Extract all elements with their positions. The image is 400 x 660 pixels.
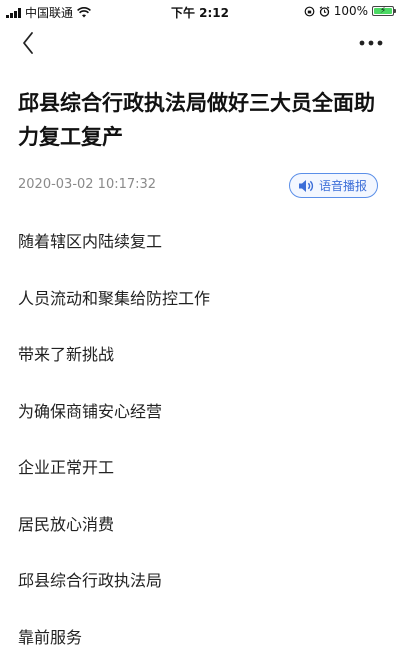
battery-icon: ⚡ — [372, 6, 396, 16]
article-paragraph: 人员流动和聚集给防控工作 — [18, 288, 211, 308]
article-screen: 中国联通 下午 2:12 100% ⚡ 邱县综合行政执法局做好三大员全面助力复工… — [0, 0, 400, 660]
audio-playback-button[interactable]: 语音播报 — [288, 173, 378, 198]
back-button[interactable] — [14, 28, 44, 58]
article-title: 邱县综合行政执法局做好三大员全面助力复工复产 — [18, 91, 375, 149]
article-paragraph: 邱县综合行政执法局 — [18, 571, 163, 590]
article-paragraph: 居民放心消费 — [18, 514, 115, 534]
publish-time: 2020-03-02 10:17:32 — [18, 177, 157, 192]
battery-percent: 100% — [333, 4, 368, 18]
status-right: 100% ⚡ — [304, 4, 396, 18]
chevron-left-icon — [23, 32, 33, 54]
audio-button-label: 语音播报 — [318, 179, 367, 193]
article-paragraph: 企业正常开工 — [18, 458, 115, 477]
more-dots-icon — [359, 40, 383, 46]
article-paragraph: 靠前服务 — [18, 627, 83, 647]
more-options-button[interactable] — [354, 28, 388, 58]
article-paragraph: 为确保商铺安心经营 — [18, 401, 163, 421]
article-body: 随着辖区内陆续复工 人员流动和聚集给防控工作 带来了新挑战 为确保商铺安心经营 … — [18, 222, 382, 660]
alarm-icon — [319, 5, 330, 17]
status-bar: 中国联通 下午 2:12 100% ⚡ — [0, 0, 400, 22]
article-paragraph: 带来了新挑战 — [18, 345, 115, 364]
article-meta: 2020-03-02 10:17:32 语音播报 — [18, 172, 382, 200]
article-paragraph: 随着辖区内陆续复工 — [18, 232, 163, 251]
nav-bar — [0, 22, 400, 64]
speaker-icon — [298, 179, 314, 192]
orientation-lock-icon — [304, 6, 315, 16]
charging-bolt-icon: ⚡ — [379, 6, 387, 16]
